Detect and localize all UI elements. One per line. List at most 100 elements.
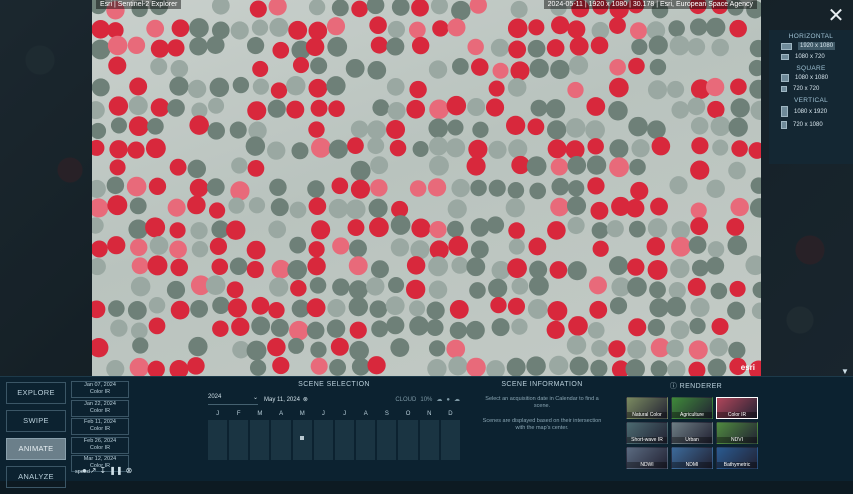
pivot-field: [486, 216, 505, 234]
pivot-field: [110, 319, 128, 337]
animation-preview[interactable]: Esri | Sentinel-2 Explorer 2024-05-11 | …: [92, 0, 761, 376]
info-icon[interactable]: ⓘ: [670, 383, 677, 390]
size-option-720x720[interactable]: 720 x 720: [769, 84, 853, 94]
pivot-field: [587, 138, 604, 155]
close-circle-icon[interactable]: ⊗: [126, 466, 133, 475]
renderer-tile[interactable]: NDMI: [671, 447, 713, 469]
pivot-field: [249, 0, 267, 18]
download-icon[interactable]: ↧: [100, 466, 107, 475]
pivot-field: [446, 339, 466, 359]
renderer-tile[interactable]: NDVI: [716, 422, 758, 444]
pivot-field: [751, 302, 761, 320]
pivot-field: [427, 178, 447, 197]
pivot-field: [508, 40, 527, 59]
size-option-1080x1080[interactable]: 1080 x 1080: [769, 72, 853, 84]
renderer-tile-label: Agriculture: [672, 412, 712, 418]
size-option-720x1080[interactable]: 720 x 1080: [769, 119, 853, 131]
pivot-field: [688, 361, 706, 376]
pivot-field: [726, 218, 745, 236]
mode-swipe-button[interactable]: SWIPE: [6, 410, 66, 432]
pivot-field: [527, 299, 548, 319]
mode-explore-button[interactable]: EXPLORE: [6, 382, 66, 404]
renderer-tile[interactable]: Color IR: [716, 397, 758, 419]
close-icon[interactable]: ✕: [826, 6, 846, 26]
pivot-field: [127, 36, 146, 55]
pivot-field: [508, 238, 525, 255]
month-cell[interactable]: [313, 420, 333, 460]
scene-marker[interactable]: [300, 436, 305, 440]
size-option-1080x1920[interactable]: 1080 x 1920: [769, 104, 853, 119]
cloud-filter[interactable]: CLOUD 10% ☁ ● ☁: [395, 396, 460, 404]
renderer-tile[interactable]: Natural Color: [626, 397, 668, 419]
pivot-field: [427, 359, 447, 376]
pivot-field: [269, 277, 289, 297]
collapse-chevron-icon[interactable]: ▼: [840, 368, 850, 376]
year-dropdown[interactable]: 2024 ⌄: [208, 394, 258, 405]
size-option-1920x1080[interactable]: 1920 x 1080: [769, 40, 853, 52]
month-label: A: [279, 411, 284, 417]
mode-animate-button[interactable]: ANIMATE: [6, 438, 66, 460]
animation-frame[interactable]: Jan 22, 2024 Color IR: [71, 399, 129, 417]
renderer-tile[interactable]: Bathymetric: [716, 447, 758, 469]
size-option-1080x720[interactable]: 1080 x 720: [769, 52, 853, 62]
pivot-field: [189, 18, 209, 38]
pivot-field: [690, 160, 710, 180]
pivot-field: [565, 118, 586, 138]
pivot-field: [666, 296, 686, 317]
month-cell[interactable]: [377, 420, 397, 460]
animation-frame[interactable]: Feb 11, 2024 Color IR: [71, 418, 129, 435]
month-label: O: [405, 411, 411, 417]
link-icon[interactable]: ↗: [90, 466, 97, 475]
pivot-field: [706, 17, 726, 37]
pivot-field: [350, 179, 371, 199]
month-cell[interactable]: [208, 420, 228, 460]
pivot-field: [267, 141, 286, 160]
pivot-field: [310, 341, 327, 358]
pivot-field: [107, 195, 128, 216]
mode-analyze-button[interactable]: ANALYZE: [6, 466, 66, 488]
pivot-field: [668, 20, 685, 37]
pivot-field: [390, 338, 410, 357]
pivot-field: [447, 18, 466, 37]
pivot-field: [608, 100, 628, 121]
pivot-field: [128, 96, 148, 116]
renderer-tile[interactable]: Urban: [671, 422, 713, 444]
pivot-field: [287, 259, 307, 280]
month-cell[interactable]: [229, 420, 249, 460]
pivot-field: [608, 340, 626, 358]
pivot-field: [209, 237, 228, 256]
pivot-field: [567, 216, 585, 235]
animation-frame[interactable]: Jan 07, 2024 Color IR: [71, 381, 129, 398]
month-cell[interactable]: [398, 420, 418, 460]
pivot-field: [710, 282, 728, 300]
month-cell[interactable]: [334, 420, 355, 460]
renderer-tile[interactable]: Short-wave IR: [626, 422, 668, 444]
pivot-field: [446, 220, 464, 238]
month-cell[interactable]: [292, 420, 312, 460]
pivot-field: [92, 240, 108, 258]
pivot-field: [506, 357, 526, 376]
animation-frame[interactable]: Feb 26, 2024 Color IR: [71, 436, 129, 454]
pivot-field: [586, 97, 606, 116]
pivot-field: [528, 19, 545, 36]
slider-handle-icon[interactable]: ●: [446, 397, 450, 403]
pivot-field: [712, 139, 729, 156]
month-cell[interactable]: [250, 420, 270, 460]
month-cell[interactable]: [440, 420, 460, 460]
pivot-field: [92, 338, 109, 358]
pivot-field: [609, 297, 628, 315]
month-cell[interactable]: [271, 420, 291, 460]
pivot-field: [488, 140, 507, 159]
pivot-field: [351, 0, 368, 18]
month-cell[interactable]: [356, 420, 376, 460]
pivot-field: [147, 255, 168, 276]
pivot-field: [387, 20, 406, 39]
renderer-tile[interactable]: Agriculture: [671, 397, 713, 419]
renderer-tile[interactable]: NDWI: [626, 447, 668, 469]
pivot-field: [347, 137, 364, 155]
clear-date-icon[interactable]: ⊗: [303, 396, 308, 403]
month-cell[interactable]: [419, 420, 439, 460]
pause-icon[interactable]: ❚❚: [109, 466, 122, 475]
pivot-field: [452, 58, 469, 75]
pivot-field: [386, 78, 405, 96]
